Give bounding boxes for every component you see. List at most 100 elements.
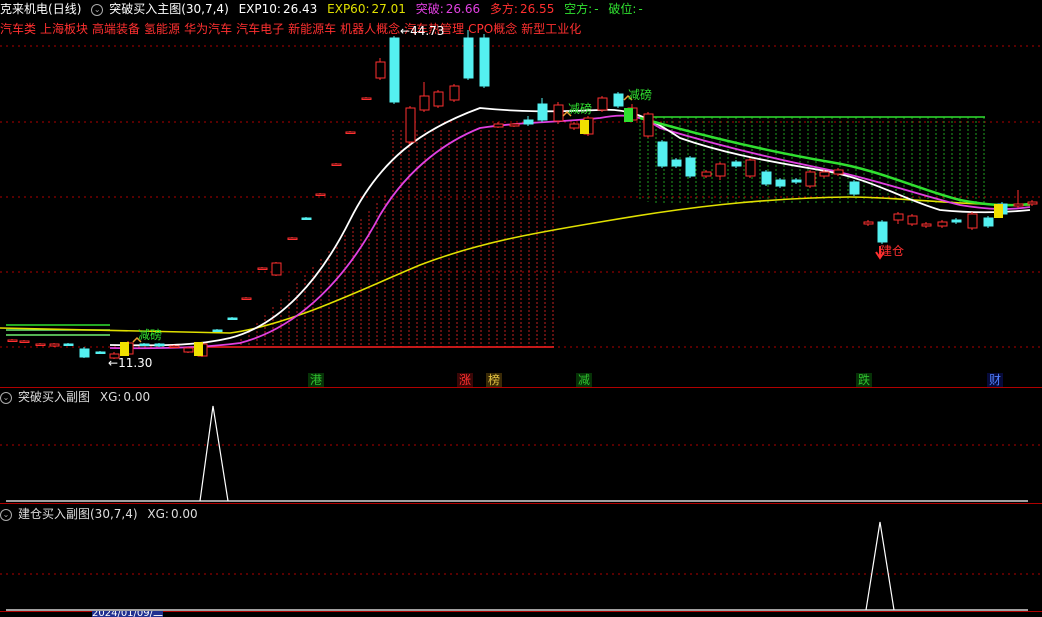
candle-body: [19, 340, 30, 343]
high-price-value: 44.73: [410, 24, 445, 38]
low-price-label: ←11.30: [108, 356, 152, 370]
candle-body: [241, 297, 252, 300]
event-tag-die[interactable]: 跌: [856, 373, 873, 387]
candle-body: [35, 343, 46, 346]
event-tag-cai[interactable]: 财: [987, 373, 1004, 387]
candle-body: [271, 262, 282, 276]
candle-body: [863, 221, 874, 225]
event-tag-gang[interactable]: 港: [308, 373, 325, 387]
collapse-icon[interactable]: ⌄: [0, 508, 12, 521]
reduce-annotation-2: 减磅: [568, 102, 593, 116]
candle-body: [361, 97, 372, 100]
candle-body: [643, 113, 654, 137]
candle-body: [154, 343, 165, 347]
reduce-annotation-1: 减磅: [138, 328, 163, 342]
candle-body: [375, 61, 386, 79]
candle-body: [569, 123, 580, 129]
sub1-xg-label: XG:: [99, 390, 122, 404]
event-tag-bang[interactable]: 榜: [486, 373, 503, 387]
candle-body: [731, 161, 742, 167]
candle-body: [63, 343, 74, 346]
main-chart[interactable]: [0, 0, 1042, 617]
candle-body: [761, 171, 772, 185]
candle-body: [983, 217, 994, 227]
candle-body: [951, 219, 962, 223]
candle-body: [405, 107, 416, 143]
event-tag-jian[interactable]: 减: [576, 373, 593, 387]
high-price-arrow: ←: [400, 24, 411, 38]
candle-body: [212, 329, 223, 332]
candle-body: [139, 343, 150, 346]
signal-box: [994, 204, 1003, 218]
candle-body: [805, 171, 816, 187]
candle-body: [183, 347, 194, 353]
candle-body: [715, 163, 726, 177]
cursor-date-label: 2024/01/09/二: [92, 611, 164, 617]
event-tag-zhang[interactable]: 涨: [457, 373, 474, 387]
candle-body: [493, 123, 504, 128]
candle-body: [1027, 201, 1038, 205]
candle-body: [833, 169, 844, 175]
signal-box: [194, 342, 203, 356]
sub2-xg-label: XG:: [147, 507, 169, 521]
exp60-line: [0, 196, 1031, 334]
low-price-arrow: ←: [108, 356, 119, 370]
sub1-title[interactable]: 突破买入副图: [18, 390, 90, 404]
candle-body: [553, 104, 564, 122]
sub2-spike: [865, 521, 895, 611]
candle-body: [849, 181, 860, 195]
candle-body: [479, 37, 490, 87]
candle-body: [315, 193, 326, 196]
candle-body: [389, 37, 400, 103]
candle-body: [257, 267, 268, 270]
candle-body: [775, 179, 786, 187]
reduce-annotation-3: 减磅: [628, 88, 653, 102]
candle-body: [921, 223, 932, 227]
candle-body: [1013, 203, 1024, 207]
candle-body: [95, 351, 106, 354]
duofang-line: [639, 116, 1031, 207]
signal-box: [580, 120, 589, 134]
candle-body: [345, 131, 356, 134]
tupo-line: [109, 114, 1031, 350]
candle-body: [79, 348, 90, 358]
signal-box: [120, 342, 129, 356]
candle-body: [331, 163, 342, 166]
signal-box-green: [624, 108, 633, 122]
candle-body: [537, 103, 548, 121]
candle-body: [877, 221, 888, 243]
pane-divider-2[interactable]: [0, 503, 1042, 504]
candle-body: [523, 119, 534, 125]
candle-body: [657, 141, 668, 167]
sub2-title[interactable]: 建仓买入副图(30,7,4): [18, 507, 138, 521]
candle-body: [967, 213, 978, 229]
low-price-value: 11.30: [118, 356, 153, 370]
sub2-xg-value: 0.00: [170, 507, 198, 521]
candle-body: [791, 179, 802, 183]
build-annotation: 建仓: [880, 244, 905, 258]
candle-body: [819, 171, 830, 177]
candle-body: [597, 97, 608, 111]
sub2-header: ⌄ 建仓买入副图(30,7,4) XG: 0.00: [0, 505, 204, 523]
candle-body: [937, 221, 948, 227]
candle-body: [169, 345, 180, 348]
candle-body: [227, 317, 238, 320]
candle-body: [907, 215, 918, 225]
sub1-spike: [199, 405, 229, 502]
candle-body: [449, 85, 460, 101]
candle-body: [671, 159, 682, 167]
high-price-label: ←44.73: [400, 24, 444, 38]
candle-body: [433, 91, 444, 107]
sub1-xg-value: 0.00: [123, 390, 151, 404]
candle-body: [701, 171, 712, 177]
candle-body: [301, 217, 312, 220]
candle-body: [287, 237, 298, 240]
candle-body: [613, 93, 624, 107]
candle-body: [685, 157, 696, 177]
candle-body: [745, 159, 756, 177]
candle-body: [49, 343, 60, 347]
sub1-header: ⌄ 突破买入副图 XG: 0.00: [0, 388, 156, 406]
pane-divider-1[interactable]: [0, 387, 1042, 388]
candle-body: [7, 339, 18, 342]
collapse-icon[interactable]: ⌄: [0, 391, 12, 404]
